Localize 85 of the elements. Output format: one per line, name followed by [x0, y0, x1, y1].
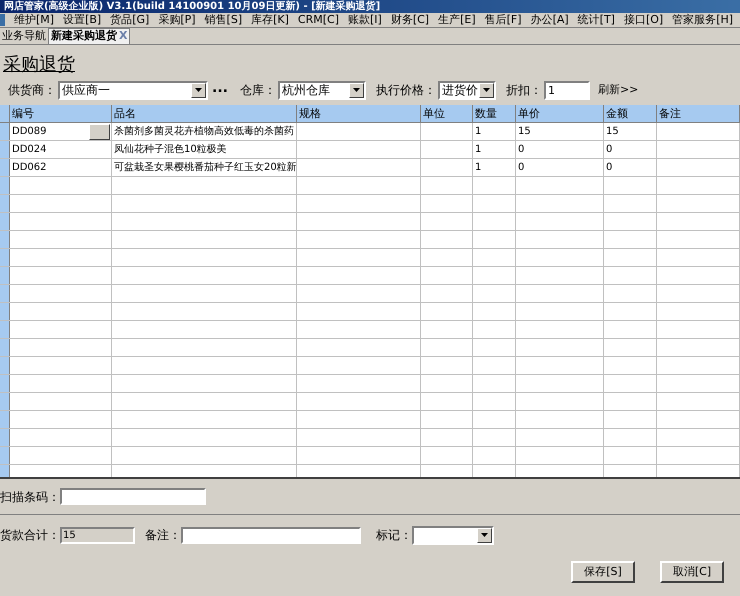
table-cell: 0 — [604, 141, 657, 158]
table-cell: DD089 — [10, 123, 112, 140]
column-header[interactable]: 数量 — [473, 105, 516, 122]
remark-label: 备注： — [145, 527, 181, 544]
menu-item[interactable]: 管家服务[H] — [672, 12, 734, 28]
table-cell: 0 — [516, 141, 604, 158]
menu-item[interactable]: 账款[I] — [348, 12, 382, 28]
dialog-button[interactable]: 保存[S] — [571, 561, 635, 583]
tab[interactable]: 新建采购退货 X — [48, 28, 130, 44]
row-header[interactable] — [0, 411, 10, 428]
row-header[interactable] — [0, 357, 10, 374]
row-header[interactable] — [0, 231, 10, 248]
discount-label: 折扣： — [506, 82, 542, 99]
price-label: 执行价格： — [376, 82, 436, 99]
table-cell: 15 — [604, 123, 657, 140]
barcode-input[interactable] — [60, 488, 206, 505]
supplier-label: 供货商： — [8, 82, 56, 99]
row-header[interactable] — [0, 267, 10, 284]
table-cell: DD062 — [10, 159, 112, 176]
total-label: 货款合计： — [0, 527, 60, 544]
table-cell: 1 — [473, 141, 516, 158]
app-icon — [0, 14, 5, 26]
row-header[interactable] — [0, 447, 10, 464]
menu-item[interactable]: 货品[G] — [110, 12, 150, 28]
more-button[interactable]: ... — [212, 78, 228, 102]
table-cell: 可盆栽圣女果樱桃番茄种子红玉女20粒新 — [112, 159, 297, 176]
column-header[interactable]: 单价 — [516, 105, 604, 122]
menu-item[interactable]: CRM[C] — [298, 12, 339, 28]
table-cell: DD024 — [10, 141, 112, 158]
menu-item[interactable]: 接口[O] — [624, 12, 664, 28]
menu-item[interactable]: 库存[K] — [251, 12, 289, 28]
row-header[interactable] — [0, 213, 10, 230]
menu-item[interactable]: 生产[E] — [438, 12, 476, 28]
mark-label: 标记： — [376, 527, 412, 544]
warehouse-label: 仓库： — [240, 82, 276, 99]
row-header[interactable] — [0, 321, 10, 338]
table-cell: 1 — [473, 159, 516, 176]
row-header[interactable] — [0, 159, 10, 176]
table-cell: 杀菌剂多菌灵花卉植物高效低毒的杀菌药 — [112, 123, 297, 140]
row-header[interactable] — [0, 249, 10, 266]
table-cell: 凤仙花种子混色10粒极美 — [112, 141, 297, 158]
row-header[interactable] — [0, 141, 10, 158]
column-header[interactable]: 备注 — [657, 105, 740, 122]
dialog-button[interactable]: 取消[C] — [660, 561, 724, 583]
menu-item[interactable]: 设置[B] — [63, 12, 102, 28]
dropdown-select[interactable]: 杭州仓库 — [278, 80, 366, 100]
window-title: 网店管家(高级企业版) V3.1(build 14100901 10月09日更新) - [新建采购退货] — [3, 2, 380, 12]
row-header[interactable] — [0, 177, 10, 194]
row-header[interactable] — [0, 393, 10, 410]
table-cell: 1 — [473, 123, 516, 140]
menu-item[interactable]: 销售[S] — [204, 12, 242, 28]
column-header[interactable]: 编号 — [10, 105, 112, 122]
menu-item[interactable]: 售后[F] — [484, 12, 522, 28]
row-header[interactable] — [0, 339, 10, 356]
close-tab-button[interactable]: X — [119, 28, 128, 45]
row-header[interactable] — [0, 375, 10, 392]
barcode-label: 扫描条码： — [0, 488, 60, 506]
table-cell: 15 — [516, 123, 604, 140]
discount-input[interactable]: 1 — [544, 80, 590, 100]
column-header[interactable]: 品名 — [112, 105, 297, 122]
menu-item[interactable]: 采购[P] — [158, 12, 196, 28]
dropdown-select[interactable]: 进货价 — [438, 80, 496, 100]
row-header[interactable] — [0, 429, 10, 446]
row-header[interactable] — [0, 303, 10, 320]
table-cell: 0 — [604, 159, 657, 176]
menu-item[interactable]: 办公[A] — [530, 12, 569, 28]
column-header[interactable]: 单位 — [421, 105, 473, 122]
column-header[interactable]: 金额 — [604, 105, 657, 122]
dropdown-select[interactable]: 供应商一 — [58, 80, 208, 100]
total-field: 15 — [60, 526, 135, 544]
refresh-link[interactable]: 刷新>> — [598, 82, 638, 98]
row-header[interactable] — [0, 195, 10, 212]
menu-item[interactable]: 统计[T] — [578, 12, 615, 28]
page-heading: 采购退货 — [3, 54, 75, 75]
remark-input[interactable] — [181, 526, 361, 544]
picker-button[interactable] — [89, 124, 110, 140]
column-header[interactable]: 规格 — [297, 105, 421, 122]
row-header[interactable] — [0, 123, 10, 140]
tab[interactable]: 业务导航 — [0, 28, 48, 44]
row-header[interactable] — [0, 465, 10, 477]
table-cell: 0 — [516, 159, 604, 176]
row-header[interactable] — [0, 285, 10, 302]
menu-item[interactable]: 维护[M] — [14, 12, 54, 28]
dropdown-select[interactable] — [412, 526, 494, 544]
menu-item[interactable]: 财务[C] — [390, 12, 430, 28]
